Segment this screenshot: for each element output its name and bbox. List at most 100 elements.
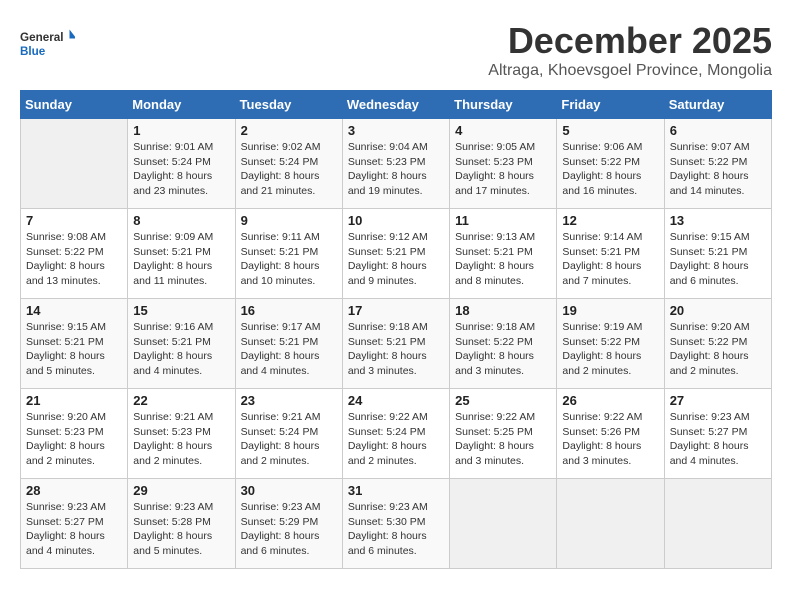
logo: General Blue — [20, 20, 75, 70]
day-info: Sunrise: 9:14 AMSunset: 5:21 PMDaylight:… — [562, 230, 658, 289]
calendar-cell: 30 Sunrise: 9:23 AMSunset: 5:29 PMDaylig… — [235, 479, 342, 569]
day-number: 23 — [241, 393, 337, 408]
day-info: Sunrise: 9:08 AMSunset: 5:22 PMDaylight:… — [26, 230, 122, 289]
calendar-cell: 20 Sunrise: 9:20 AMSunset: 5:22 PMDaylig… — [664, 299, 771, 389]
day-number: 11 — [455, 213, 551, 228]
day-number: 12 — [562, 213, 658, 228]
day-number: 17 — [348, 303, 444, 318]
calendar-cell: 8 Sunrise: 9:09 AMSunset: 5:21 PMDayligh… — [128, 209, 235, 299]
day-number: 3 — [348, 123, 444, 138]
day-number: 26 — [562, 393, 658, 408]
day-info: Sunrise: 9:21 AMSunset: 5:24 PMDaylight:… — [241, 410, 337, 469]
calendar-cell: 18 Sunrise: 9:18 AMSunset: 5:22 PMDaylig… — [450, 299, 557, 389]
calendar-cell: 29 Sunrise: 9:23 AMSunset: 5:28 PMDaylig… — [128, 479, 235, 569]
calendar-table: SundayMondayTuesdayWednesdayThursdayFrid… — [20, 90, 772, 569]
day-number: 2 — [241, 123, 337, 138]
day-info: Sunrise: 9:18 AMSunset: 5:21 PMDaylight:… — [348, 320, 444, 379]
day-number: 5 — [562, 123, 658, 138]
day-number: 14 — [26, 303, 122, 318]
day-info: Sunrise: 9:09 AMSunset: 5:21 PMDaylight:… — [133, 230, 229, 289]
day-number: 20 — [670, 303, 766, 318]
day-number: 7 — [26, 213, 122, 228]
day-number: 8 — [133, 213, 229, 228]
svg-text:General: General — [20, 31, 63, 44]
day-header-thursday: Thursday — [450, 91, 557, 119]
day-number: 16 — [241, 303, 337, 318]
day-info: Sunrise: 9:04 AMSunset: 5:23 PMDaylight:… — [348, 140, 444, 199]
day-number: 31 — [348, 483, 444, 498]
day-info: Sunrise: 9:22 AMSunset: 5:24 PMDaylight:… — [348, 410, 444, 469]
calendar-cell: 16 Sunrise: 9:17 AMSunset: 5:21 PMDaylig… — [235, 299, 342, 389]
calendar-cell: 11 Sunrise: 9:13 AMSunset: 5:21 PMDaylig… — [450, 209, 557, 299]
day-info: Sunrise: 9:22 AMSunset: 5:26 PMDaylight:… — [562, 410, 658, 469]
calendar-cell: 9 Sunrise: 9:11 AMSunset: 5:21 PMDayligh… — [235, 209, 342, 299]
calendar-cell: 6 Sunrise: 9:07 AMSunset: 5:22 PMDayligh… — [664, 119, 771, 209]
day-info: Sunrise: 9:20 AMSunset: 5:22 PMDaylight:… — [670, 320, 766, 379]
day-number: 9 — [241, 213, 337, 228]
day-header-tuesday: Tuesday — [235, 91, 342, 119]
day-number: 27 — [670, 393, 766, 408]
day-info: Sunrise: 9:11 AMSunset: 5:21 PMDaylight:… — [241, 230, 337, 289]
day-info: Sunrise: 9:21 AMSunset: 5:23 PMDaylight:… — [133, 410, 229, 469]
calendar-cell: 5 Sunrise: 9:06 AMSunset: 5:22 PMDayligh… — [557, 119, 664, 209]
day-number: 21 — [26, 393, 122, 408]
day-info: Sunrise: 9:13 AMSunset: 5:21 PMDaylight:… — [455, 230, 551, 289]
day-info: Sunrise: 9:07 AMSunset: 5:22 PMDaylight:… — [670, 140, 766, 199]
calendar-week-row: 28 Sunrise: 9:23 AMSunset: 5:27 PMDaylig… — [21, 479, 772, 569]
logo-svg: General Blue — [20, 20, 75, 70]
calendar-week-row: 1 Sunrise: 9:01 AMSunset: 5:24 PMDayligh… — [21, 119, 772, 209]
day-info: Sunrise: 9:15 AMSunset: 5:21 PMDaylight:… — [26, 320, 122, 379]
calendar-cell: 17 Sunrise: 9:18 AMSunset: 5:21 PMDaylig… — [342, 299, 449, 389]
calendar-cell: 3 Sunrise: 9:04 AMSunset: 5:23 PMDayligh… — [342, 119, 449, 209]
day-header-friday: Friday — [557, 91, 664, 119]
day-info: Sunrise: 9:18 AMSunset: 5:22 PMDaylight:… — [455, 320, 551, 379]
location-title: Altraga, Khoevsgoel Province, Mongolia — [488, 62, 772, 80]
day-info: Sunrise: 9:23 AMSunset: 5:28 PMDaylight:… — [133, 500, 229, 559]
day-info: Sunrise: 9:22 AMSunset: 5:25 PMDaylight:… — [455, 410, 551, 469]
calendar-cell: 14 Sunrise: 9:15 AMSunset: 5:21 PMDaylig… — [21, 299, 128, 389]
day-number: 15 — [133, 303, 229, 318]
calendar-cell: 22 Sunrise: 9:21 AMSunset: 5:23 PMDaylig… — [128, 389, 235, 479]
calendar-cell: 25 Sunrise: 9:22 AMSunset: 5:25 PMDaylig… — [450, 389, 557, 479]
day-info: Sunrise: 9:20 AMSunset: 5:23 PMDaylight:… — [26, 410, 122, 469]
day-info: Sunrise: 9:15 AMSunset: 5:21 PMDaylight:… — [670, 230, 766, 289]
calendar-cell: 23 Sunrise: 9:21 AMSunset: 5:24 PMDaylig… — [235, 389, 342, 479]
day-info: Sunrise: 9:12 AMSunset: 5:21 PMDaylight:… — [348, 230, 444, 289]
day-number: 30 — [241, 483, 337, 498]
calendar-cell: 12 Sunrise: 9:14 AMSunset: 5:21 PMDaylig… — [557, 209, 664, 299]
day-number: 4 — [455, 123, 551, 138]
calendar-cell — [664, 479, 771, 569]
calendar-week-row: 21 Sunrise: 9:20 AMSunset: 5:23 PMDaylig… — [21, 389, 772, 479]
day-info: Sunrise: 9:19 AMSunset: 5:22 PMDaylight:… — [562, 320, 658, 379]
day-info: Sunrise: 9:02 AMSunset: 5:24 PMDaylight:… — [241, 140, 337, 199]
calendar-cell: 1 Sunrise: 9:01 AMSunset: 5:24 PMDayligh… — [128, 119, 235, 209]
calendar-cell: 7 Sunrise: 9:08 AMSunset: 5:22 PMDayligh… — [21, 209, 128, 299]
calendar-header-row: SundayMondayTuesdayWednesdayThursdayFrid… — [21, 91, 772, 119]
calendar-cell: 26 Sunrise: 9:22 AMSunset: 5:26 PMDaylig… — [557, 389, 664, 479]
calendar-cell: 15 Sunrise: 9:16 AMSunset: 5:21 PMDaylig… — [128, 299, 235, 389]
title-area: December 2025 Altraga, Khoevsgoel Provin… — [488, 20, 772, 80]
day-number: 10 — [348, 213, 444, 228]
calendar-cell: 27 Sunrise: 9:23 AMSunset: 5:27 PMDaylig… — [664, 389, 771, 479]
day-info: Sunrise: 9:16 AMSunset: 5:21 PMDaylight:… — [133, 320, 229, 379]
day-number: 24 — [348, 393, 444, 408]
calendar-cell: 21 Sunrise: 9:20 AMSunset: 5:23 PMDaylig… — [21, 389, 128, 479]
day-info: Sunrise: 9:23 AMSunset: 5:27 PMDaylight:… — [670, 410, 766, 469]
day-number: 28 — [26, 483, 122, 498]
calendar-week-row: 14 Sunrise: 9:15 AMSunset: 5:21 PMDaylig… — [21, 299, 772, 389]
day-header-wednesday: Wednesday — [342, 91, 449, 119]
calendar-cell: 13 Sunrise: 9:15 AMSunset: 5:21 PMDaylig… — [664, 209, 771, 299]
day-info: Sunrise: 9:01 AMSunset: 5:24 PMDaylight:… — [133, 140, 229, 199]
day-info: Sunrise: 9:06 AMSunset: 5:22 PMDaylight:… — [562, 140, 658, 199]
calendar-week-row: 7 Sunrise: 9:08 AMSunset: 5:22 PMDayligh… — [21, 209, 772, 299]
month-title: December 2025 — [488, 20, 772, 62]
calendar-cell: 10 Sunrise: 9:12 AMSunset: 5:21 PMDaylig… — [342, 209, 449, 299]
day-number: 29 — [133, 483, 229, 498]
calendar-cell — [557, 479, 664, 569]
day-number: 13 — [670, 213, 766, 228]
day-number: 22 — [133, 393, 229, 408]
calendar-cell — [450, 479, 557, 569]
day-info: Sunrise: 9:05 AMSunset: 5:23 PMDaylight:… — [455, 140, 551, 199]
day-info: Sunrise: 9:23 AMSunset: 5:27 PMDaylight:… — [26, 500, 122, 559]
calendar-cell: 28 Sunrise: 9:23 AMSunset: 5:27 PMDaylig… — [21, 479, 128, 569]
